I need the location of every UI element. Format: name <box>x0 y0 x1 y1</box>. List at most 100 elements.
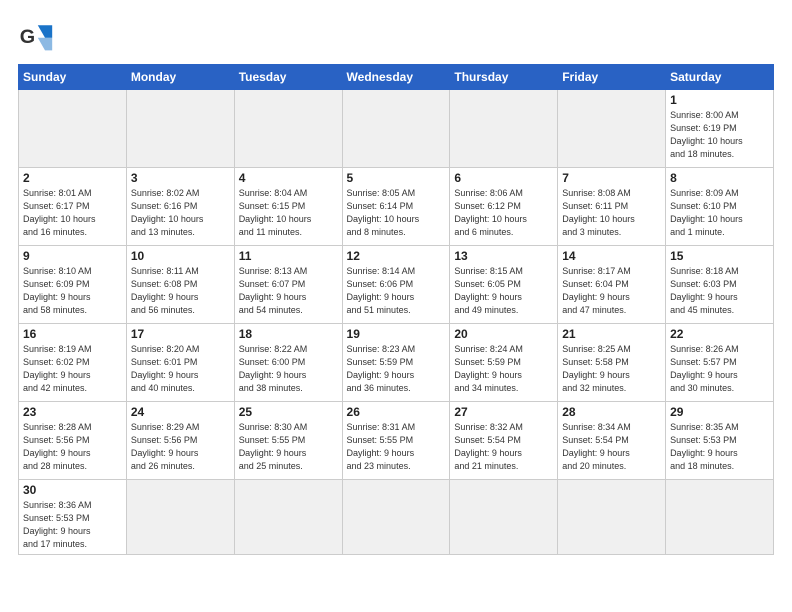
calendar-day-cell <box>450 480 558 555</box>
day-info: Sunrise: 8:23 AM Sunset: 5:59 PM Dayligh… <box>347 343 446 395</box>
calendar-day-cell: 25Sunrise: 8:30 AM Sunset: 5:55 PM Dayli… <box>234 402 342 480</box>
calendar-day-cell: 23 Sunrise: 8:28 AM Sunset: 5:56 PM Dayli… <box>19 402 127 480</box>
calendar-day-cell <box>342 480 450 555</box>
calendar-day-cell <box>450 90 558 168</box>
calendar-day-cell: 17 Sunrise: 8:20 AM Sunset: 6:01 PM Dayli… <box>126 324 234 402</box>
weekday-header: Wednesday <box>342 65 450 90</box>
day-number: 23 <box>23 405 122 419</box>
calendar-header: SundayMondayTuesdayWednesdayThursdayFrid… <box>19 65 774 90</box>
day-number: 15 <box>670 249 769 263</box>
day-number: 5 <box>347 171 446 185</box>
weekday-header: Thursday <box>450 65 558 90</box>
weekday-header: Friday <box>558 65 666 90</box>
calendar-day-cell: 15 Sunrise: 8:18 AM Sunset: 6:03 PM Dayli… <box>666 246 774 324</box>
calendar-day-cell <box>234 90 342 168</box>
day-info: Sunrise: 8:24 AM Sunset: 5:59 PM Dayligh… <box>454 343 553 395</box>
calendar-day-cell: 13Sunrise: 8:15 AM Sunset: 6:05 PM Dayli… <box>450 246 558 324</box>
day-info: Sunrise: 8:08 AM Sunset: 6:11 PM Dayligh… <box>562 187 661 239</box>
calendar-day-cell: 27 Sunrise: 8:32 AM Sunset: 5:54 PM Dayli… <box>450 402 558 480</box>
calendar-day-cell: 26 Sunrise: 8:31 AM Sunset: 5:55 PM Dayli… <box>342 402 450 480</box>
weekday-header: Tuesday <box>234 65 342 90</box>
day-info: Sunrise: 8:22 AM Sunset: 6:00 PM Dayligh… <box>239 343 338 395</box>
day-number: 28 <box>562 405 661 419</box>
day-number: 2 <box>23 171 122 185</box>
day-number: 24 <box>131 405 230 419</box>
day-info: Sunrise: 8:29 AM Sunset: 5:56 PM Dayligh… <box>131 421 230 473</box>
day-number: 21 <box>562 327 661 341</box>
day-number: 13 <box>454 249 553 263</box>
calendar-week-row: 9Sunrise: 8:10 AM Sunset: 6:09 PM Daylig… <box>19 246 774 324</box>
calendar-day-cell: 3 Sunrise: 8:02 AM Sunset: 6:16 PM Daylig… <box>126 168 234 246</box>
day-number: 3 <box>131 171 230 185</box>
calendar-day-cell: 20Sunrise: 8:24 AM Sunset: 5:59 PM Dayli… <box>450 324 558 402</box>
day-info: Sunrise: 8:17 AM Sunset: 6:04 PM Dayligh… <box>562 265 661 317</box>
calendar-week-row: 23 Sunrise: 8:28 AM Sunset: 5:56 PM Dayli… <box>19 402 774 480</box>
day-number: 10 <box>131 249 230 263</box>
day-number: 26 <box>347 405 446 419</box>
day-number: 16 <box>23 327 122 341</box>
header: G <box>18 18 774 54</box>
day-info: Sunrise: 8:09 AM Sunset: 6:10 PM Dayligh… <box>670 187 769 239</box>
calendar-day-cell: 30 Sunrise: 8:36 AM Sunset: 5:53 PM Dayli… <box>19 480 127 555</box>
day-info: Sunrise: 8:26 AM Sunset: 5:57 PM Dayligh… <box>670 343 769 395</box>
day-info: Sunrise: 8:34 AM Sunset: 5:54 PM Dayligh… <box>562 421 661 473</box>
svg-text:G: G <box>20 26 35 48</box>
calendar-day-cell: 19Sunrise: 8:23 AM Sunset: 5:59 PM Dayli… <box>342 324 450 402</box>
weekday-header: Saturday <box>666 65 774 90</box>
day-info: Sunrise: 8:05 AM Sunset: 6:14 PM Dayligh… <box>347 187 446 239</box>
day-info: Sunrise: 8:25 AM Sunset: 5:58 PM Dayligh… <box>562 343 661 395</box>
calendar-day-cell: 6Sunrise: 8:06 AM Sunset: 6:12 PM Daylig… <box>450 168 558 246</box>
calendar-day-cell <box>19 90 127 168</box>
calendar-day-cell: 1 Sunrise: 8:00 AM Sunset: 6:19 PM Daylig… <box>666 90 774 168</box>
calendar-day-cell <box>666 480 774 555</box>
day-info: Sunrise: 8:20 AM Sunset: 6:01 PM Dayligh… <box>131 343 230 395</box>
calendar-day-cell: 28 Sunrise: 8:34 AM Sunset: 5:54 PM Dayli… <box>558 402 666 480</box>
day-info: Sunrise: 8:28 AM Sunset: 5:56 PM Dayligh… <box>23 421 122 473</box>
calendar-day-cell <box>342 90 450 168</box>
calendar-week-row: 1 Sunrise: 8:00 AM Sunset: 6:19 PM Daylig… <box>19 90 774 168</box>
day-info: Sunrise: 8:18 AM Sunset: 6:03 PM Dayligh… <box>670 265 769 317</box>
day-number: 6 <box>454 171 553 185</box>
calendar-day-cell <box>558 480 666 555</box>
calendar-day-cell: 14Sunrise: 8:17 AM Sunset: 6:04 PM Dayli… <box>558 246 666 324</box>
calendar-day-cell: 21 Sunrise: 8:25 AM Sunset: 5:58 PM Dayli… <box>558 324 666 402</box>
day-number: 8 <box>670 171 769 185</box>
calendar-day-cell: 9Sunrise: 8:10 AM Sunset: 6:09 PM Daylig… <box>19 246 127 324</box>
day-info: Sunrise: 8:19 AM Sunset: 6:02 PM Dayligh… <box>23 343 122 395</box>
calendar-day-cell: 10Sunrise: 8:11 AM Sunset: 6:08 PM Dayli… <box>126 246 234 324</box>
calendar-day-cell: 2Sunrise: 8:01 AM Sunset: 6:17 PM Daylig… <box>19 168 127 246</box>
day-info: Sunrise: 8:02 AM Sunset: 6:16 PM Dayligh… <box>131 187 230 239</box>
day-number: 17 <box>131 327 230 341</box>
calendar-day-cell: 18 Sunrise: 8:22 AM Sunset: 6:00 PM Dayli… <box>234 324 342 402</box>
day-info: Sunrise: 8:30 AM Sunset: 5:55 PM Dayligh… <box>239 421 338 473</box>
calendar-day-cell: 5 Sunrise: 8:05 AM Sunset: 6:14 PM Daylig… <box>342 168 450 246</box>
day-info: Sunrise: 8:00 AM Sunset: 6:19 PM Dayligh… <box>670 109 769 161</box>
calendar-day-cell: 12 Sunrise: 8:14 AM Sunset: 6:06 PM Dayli… <box>342 246 450 324</box>
page: G SundayMondayTuesdayWednesdayThursdayFr… <box>0 0 792 612</box>
calendar-day-cell <box>126 90 234 168</box>
calendar-body: 1 Sunrise: 8:00 AM Sunset: 6:19 PM Daylig… <box>19 90 774 555</box>
day-info: Sunrise: 8:31 AM Sunset: 5:55 PM Dayligh… <box>347 421 446 473</box>
calendar-table: SundayMondayTuesdayWednesdayThursdayFrid… <box>18 64 774 555</box>
day-info: Sunrise: 8:13 AM Sunset: 6:07 PM Dayligh… <box>239 265 338 317</box>
day-info: Sunrise: 8:32 AM Sunset: 5:54 PM Dayligh… <box>454 421 553 473</box>
weekday-header: Monday <box>126 65 234 90</box>
day-info: Sunrise: 8:36 AM Sunset: 5:53 PM Dayligh… <box>23 499 122 551</box>
calendar-week-row: 30 Sunrise: 8:36 AM Sunset: 5:53 PM Dayli… <box>19 480 774 555</box>
day-number: 30 <box>23 483 122 497</box>
day-number: 27 <box>454 405 553 419</box>
day-number: 22 <box>670 327 769 341</box>
calendar-day-cell: 22 Sunrise: 8:26 AM Sunset: 5:57 PM Dayli… <box>666 324 774 402</box>
day-number: 12 <box>347 249 446 263</box>
day-number: 29 <box>670 405 769 419</box>
calendar-day-cell: 16 Sunrise: 8:19 AM Sunset: 6:02 PM Dayli… <box>19 324 127 402</box>
day-number: 18 <box>239 327 338 341</box>
day-number: 7 <box>562 171 661 185</box>
calendar-day-cell: 7 Sunrise: 8:08 AM Sunset: 6:11 PM Daylig… <box>558 168 666 246</box>
calendar-day-cell: 24 Sunrise: 8:29 AM Sunset: 5:56 PM Dayli… <box>126 402 234 480</box>
day-number: 1 <box>670 93 769 107</box>
calendar-day-cell <box>558 90 666 168</box>
logo-icon: G <box>18 18 54 54</box>
day-info: Sunrise: 8:10 AM Sunset: 6:09 PM Dayligh… <box>23 265 122 317</box>
day-info: Sunrise: 8:14 AM Sunset: 6:06 PM Dayligh… <box>347 265 446 317</box>
